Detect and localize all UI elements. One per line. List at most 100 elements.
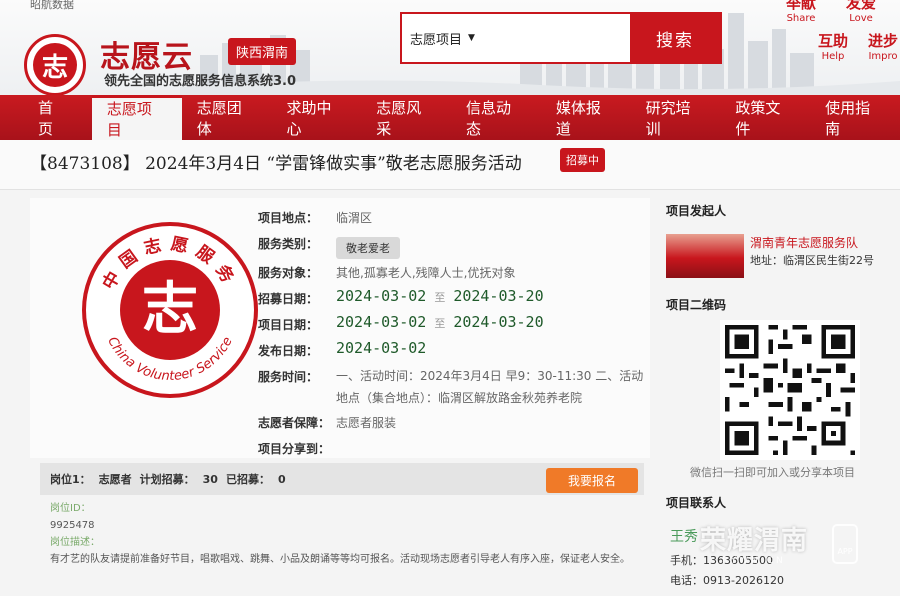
signup-button[interactable]: 我要报名	[546, 468, 638, 493]
project-start-date: 2024-03-02	[336, 313, 427, 331]
recruit-start-date: 2024-03-02	[336, 287, 427, 305]
watermark-text: 荣耀渭南	[700, 526, 809, 556]
love-link-sub: Love	[849, 13, 873, 24]
nav-projects[interactable]: 志愿项目	[91, 95, 182, 140]
share-link-label: 举献	[786, 0, 817, 12]
organization-name[interactable]: 渭南青年志愿服务队	[750, 234, 858, 251]
location-row: 项目地点： 临渭区	[258, 204, 658, 230]
improve-link[interactable]: 进步 Impro	[868, 30, 898, 62]
category-label: 服务类别：	[258, 237, 319, 251]
publish-date-label: 发布日期：	[258, 344, 319, 358]
publish-date-value: 2024-03-02	[336, 339, 427, 357]
recruited-value: 0	[277, 472, 286, 486]
contact-name: 王秀	[670, 529, 698, 545]
site-slogan: 领先全国的志愿服务信息系统3.0	[104, 74, 297, 89]
love-link[interactable]: 发爱 Love	[846, 0, 876, 24]
love-link-label: 发爱	[846, 0, 877, 12]
nav-groups[interactable]: 志愿团体	[182, 95, 272, 140]
project-title: 【8473108】 2024年3月4日 “学雷锋做实事”敬老志愿服务活动	[30, 154, 522, 174]
nav-help-center[interactable]: 求助中心	[271, 95, 361, 140]
phone-label: 手机：	[670, 554, 703, 567]
help-link-sub: Help	[821, 51, 845, 62]
recruit-end-date: 2024-03-20	[453, 287, 544, 305]
target-value: 其他,孤寡老人,残障人士,优抚对象	[336, 266, 516, 280]
initiator-heading: 项目发起人	[666, 204, 727, 218]
location-value: 临渭区	[336, 211, 373, 225]
position-id-label: 岗位ID：	[50, 503, 91, 514]
project-date-row: 项目日期： 2024-03-02 至 2024-03-20	[258, 311, 658, 337]
insurance-label: 志愿者保障：	[258, 416, 331, 430]
service-time-value: 一、活动时间：2024年3月4日 早9：30-11:30 二、活动地点（集合地点…	[336, 369, 644, 405]
share-row: 项目分享到：	[258, 435, 658, 461]
insurance-value: 志愿者服装	[336, 416, 397, 430]
tel-label: 电话：	[670, 574, 703, 587]
recruit-date-label: 招募日期：	[258, 292, 319, 306]
improve-link-sub: Impro	[868, 51, 898, 62]
recruited-label: 已招募：	[225, 473, 270, 486]
post-label: 岗位1：	[50, 473, 91, 486]
project-info-list: 项目地点： 临渭区 服务类别： 敬老爱老 服务对象： 其他,孤寡老人,残障人士,…	[258, 204, 658, 461]
position-desc-value: 有才艺的队友请提前准备好节目，唱歌唱戏、跳舞、小品及朗诵等等均可报名。活动现场志…	[50, 554, 630, 565]
share-link-sub: Share	[786, 13, 816, 24]
app-phone-icon: APP	[832, 524, 858, 564]
target-row: 服务对象： 其他,孤寡老人,残障人士,优抚对象	[258, 259, 658, 285]
project-end-date: 2024-03-20	[453, 313, 544, 331]
publish-date-row: 发布日期： 2024-03-02	[258, 337, 658, 363]
qr-code	[720, 320, 860, 460]
header-links: 举献 Share 发爱 Love 互助 Help 进步 Impro	[750, 0, 900, 95]
share-label: 项目分享到：	[258, 442, 331, 456]
position-desc-label: 岗位描述：	[50, 537, 100, 548]
help-link[interactable]: 互助 Help	[818, 30, 848, 62]
logo-glyph-text: 志	[142, 276, 198, 342]
search-button[interactable]: 搜索	[630, 14, 720, 62]
contact-tel: 电话：0913-2026120	[670, 572, 784, 588]
plan-value: 30	[202, 472, 218, 486]
logo-glyph: 志	[33, 43, 77, 87]
recruit-date-row: 招募日期： 2024-03-02 至 2024-03-20	[258, 285, 658, 311]
organization-photo[interactable]	[666, 234, 744, 278]
region-switch-badge[interactable]: 陕西渭南	[228, 38, 297, 65]
nav-news[interactable]: 信息动态	[451, 95, 541, 140]
share-link[interactable]: 举献 Share	[786, 0, 816, 24]
caret-down-icon: ▼	[468, 33, 475, 43]
project-to-text: 至	[434, 317, 446, 330]
contact-heading: 项目联系人	[666, 496, 727, 510]
location-label: 项目地点：	[258, 211, 319, 225]
nav-style[interactable]: 志愿风采	[361, 95, 451, 140]
post-value: 志愿者	[98, 473, 132, 486]
project-title-row: 【8473108】 2024年3月4日 “学雷锋做实事”敬老志愿服务活动 招募中	[0, 140, 900, 190]
nav-policy[interactable]: 政策文件	[720, 95, 810, 140]
tel-value: 0913-2026120	[703, 574, 784, 587]
recruit-to-text: 至	[434, 291, 446, 304]
position-id-value: 9925478	[50, 520, 95, 531]
nav-media[interactable]: 媒体报道	[541, 95, 631, 140]
service-time-label: 服务时间：	[258, 370, 319, 384]
search-bar: 志愿项目 ▼ 搜索	[400, 12, 722, 64]
nav-guide[interactable]: 使用指南	[810, 95, 900, 140]
service-time-row: 服务时间： 一、活动时间：2024年3月4日 早9：30-11:30 二、活动地…	[258, 363, 658, 409]
site-header: 昭航数据 志 志愿云 陕西渭南 领先全国的志愿服务信息系统3.0 志愿项目 ▼ …	[0, 0, 900, 95]
project-date-label: 项目日期：	[258, 318, 319, 332]
watermark-subtext: RYWN.CN	[722, 556, 786, 566]
insurance-row: 志愿者保障： 志愿者服装	[258, 409, 658, 435]
china-volunteer-logo: 志 中国志愿服务 China Volunteer Service	[82, 222, 258, 398]
top-strip-text: 昭航数据	[30, 0, 74, 11]
search-category-label: 志愿项目	[410, 32, 463, 48]
qr-heading: 项目二维码	[666, 298, 727, 312]
app-icon-label: APP	[837, 547, 853, 556]
target-label: 服务对象：	[258, 266, 319, 280]
main-nav: 首页 志愿项目 志愿团体 求助中心 志愿风采 信息动态 媒体报道 研究培训 政策…	[0, 95, 900, 140]
help-link-label: 互助	[818, 32, 849, 50]
qr-caption: 微信扫一扫即可加入或分享本项目	[690, 466, 855, 479]
search-category-select[interactable]: 志愿项目 ▼	[402, 14, 630, 62]
nav-home[interactable]: 首页	[0, 95, 92, 140]
category-tag[interactable]: 敬老爱老	[336, 237, 400, 259]
project-detail-card: 志 中国志愿服务 China Volunteer Service 项目地点： 临…	[30, 198, 650, 458]
site-logo[interactable]: 志	[24, 34, 86, 95]
plan-label: 计划招募：	[139, 473, 195, 486]
nav-research[interactable]: 研究培训	[631, 95, 721, 140]
category-row: 服务类别： 敬老爱老	[258, 230, 658, 259]
position-details: 岗位ID： 9925478 岗位描述： 有才艺的队友请提前准备好节目，唱歌唱戏、…	[50, 500, 650, 568]
organization-address: 地址：临渭区民生街22号	[750, 254, 874, 267]
improve-link-label: 进步	[868, 32, 899, 50]
